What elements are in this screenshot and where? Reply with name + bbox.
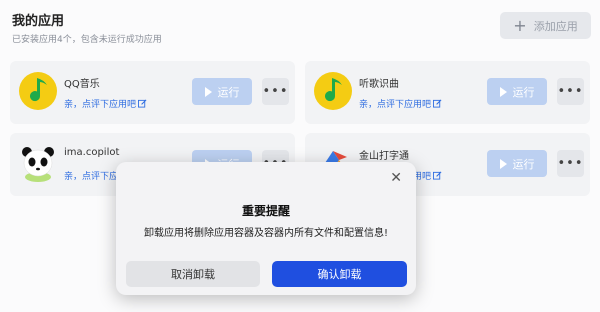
play-icon — [204, 86, 212, 97]
ellipsis-icon: ••• — [557, 156, 584, 171]
app-page: 我的应用 已安装应用4个，包含未运行成功应用 + 添加应用 QQ音乐 亲，点评下… — [0, 0, 600, 312]
page-title: 我的应用 — [12, 14, 65, 29]
rate-link-label: 亲，点评下应用吧 — [359, 100, 432, 110]
rate-link[interactable]: 亲，点评下应用吧 — [64, 97, 147, 110]
app-name: 听歌识曲 — [359, 79, 399, 90]
more-options-button[interactable]: ••• — [262, 78, 289, 105]
play-icon — [499, 86, 507, 97]
qq-music-icon — [18, 71, 58, 111]
dialog-message: 卸载应用将删除应用容器及容器内所有文件和配置信息! — [143, 228, 388, 239]
music-recognition-icon — [313, 71, 353, 111]
rate-link-label: 亲，点评下应用吧 — [64, 100, 137, 110]
panda-icon — [18, 143, 58, 183]
run-label: 运行 — [217, 85, 240, 99]
confirm-uninstall-button[interactable]: 确认卸载 — [272, 261, 407, 287]
page-subtitle: 已安装应用4个，包含未运行成功应用 — [12, 35, 162, 45]
rate-link[interactable]: 亲，点评下应用吧 — [359, 97, 442, 110]
dialog-title: 重要提醒 — [241, 204, 290, 218]
run-button[interactable]: 运行 — [192, 78, 252, 105]
app-name: 金山打字通 — [359, 151, 409, 162]
ellipsis-icon: ••• — [557, 84, 584, 99]
close-icon[interactable]: ✕ — [390, 170, 402, 186]
app-name: QQ音乐 — [64, 79, 100, 90]
app-card-song-recognition: 听歌识曲 亲，点评下应用吧 运行 ••• — [305, 61, 590, 124]
more-options-button[interactable]: ••• — [557, 78, 584, 105]
app-name: ima.copilot — [64, 147, 120, 158]
uninstall-warning-dialog: ✕ 重要提醒 卸载应用将删除应用容器及容器内所有文件和配置信息! 取消卸载 确认… — [116, 162, 416, 295]
ellipsis-icon: ••• — [262, 84, 289, 99]
edit-icon — [138, 99, 147, 108]
cancel-uninstall-button[interactable]: 取消卸载 — [126, 261, 260, 287]
edit-icon — [433, 99, 442, 108]
run-label: 运行 — [512, 85, 535, 99]
add-app-button[interactable]: + 添加应用 — [500, 12, 591, 39]
app-card-qq-music: QQ音乐 亲，点评下应用吧 运行 ••• — [10, 61, 295, 124]
run-button[interactable]: 运行 — [487, 78, 547, 105]
run-button[interactable]: 运行 — [487, 150, 547, 177]
add-app-label: 添加应用 — [533, 19, 578, 33]
more-options-button[interactable]: ••• — [557, 150, 584, 177]
run-label: 运行 — [512, 157, 535, 171]
play-icon — [499, 158, 507, 169]
plus-icon: + — [513, 15, 527, 35]
edit-icon — [433, 171, 442, 180]
